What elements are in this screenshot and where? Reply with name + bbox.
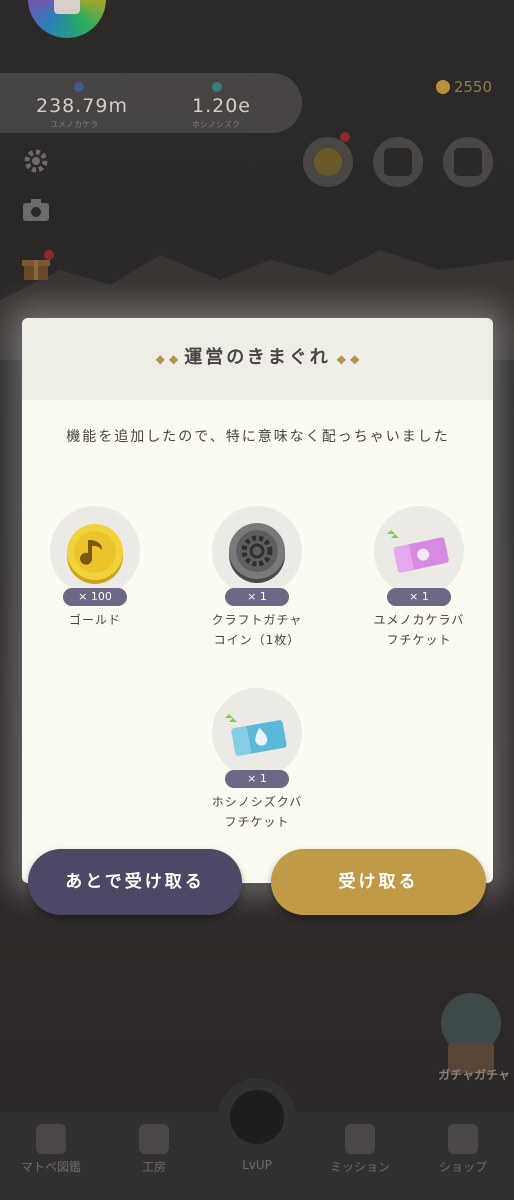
stat1-label: ユメノカケラ — [50, 120, 98, 129]
encyclopedia-icon — [36, 1124, 66, 1154]
nav-item-workshop[interactable]: 工房 — [103, 1112, 205, 1200]
dialog-title-row: ◆ ◆ 運営のきまぐれ ◆ ◆ — [22, 343, 493, 369]
item-quantity: × 1 — [225, 588, 289, 606]
nav-label-shop: ショップ — [438, 1160, 487, 1174]
nav-label-workshop: 工房 — [141, 1160, 166, 1174]
nav-item-encyclopedia[interactable]: マトペ図鑑 — [0, 1112, 102, 1200]
gear-coin-icon — [229, 523, 285, 583]
pink-ticket-icon — [387, 530, 449, 573]
shop-icon — [448, 1124, 478, 1154]
collection-icon — [314, 148, 342, 176]
dialog-title: 運営のきまぐれ — [184, 347, 331, 368]
gold-counter: 2550 — [435, 78, 492, 96]
receive-later-button[interactable]: あとで受け取る — [28, 849, 242, 915]
item-name: ホシノシズクバフチケット — [211, 795, 303, 829]
receive-button[interactable]: 受け取る — [271, 849, 486, 915]
camera-icon[interactable] — [20, 194, 52, 226]
hammer-icon — [139, 1124, 169, 1154]
item-quantity: × 1 — [225, 770, 289, 788]
star-drop-icon — [212, 82, 222, 92]
reward-dialog: ◆ ◆ 運営のきまぐれ ◆ ◆ 機能を追加したので、特に意味なく配っちゃいました ×… — [22, 318, 493, 883]
item-quantity: × 1 — [387, 588, 451, 606]
nav-item-mission[interactable]: ミッション — [309, 1112, 411, 1200]
book-button[interactable] — [373, 137, 423, 187]
gacha-icon — [441, 993, 501, 1073]
trophy-icon — [345, 1124, 375, 1154]
nav-label-encyclopedia: マトペ図鑑 — [20, 1160, 81, 1174]
resource-hud: 238.79m ユメノカケラ 1.20e ホシノシズク — [0, 73, 302, 133]
collection-notification-dot — [340, 132, 350, 142]
blue-ticket-icon — [225, 714, 287, 756]
nav-item-shop[interactable]: ショップ — [412, 1112, 514, 1200]
dream-shard-icon — [74, 82, 84, 92]
stat2-value: 1.20e — [192, 95, 251, 117]
lvup-icon — [230, 1090, 284, 1144]
lvup-button[interactable] — [218, 1078, 296, 1156]
gacha-label: ガチャガチャ — [438, 1068, 510, 1082]
book-icon — [384, 148, 412, 176]
gift-notification-dot — [44, 250, 54, 260]
item-quantity: × 100 — [63, 588, 127, 606]
stat1-value: 238.79m — [36, 95, 128, 117]
item-name: ユメノカケラバフチケット — [373, 613, 465, 647]
gold-icon — [435, 80, 450, 94]
gacha-machine[interactable] — [436, 988, 506, 1078]
notes-button[interactable] — [443, 137, 493, 187]
dialog-message: 機能を追加したので、特に意味なく配っちゃいました — [66, 429, 450, 445]
stat2-label: ホシノシズク — [192, 120, 240, 129]
nav-label-mission: ミッション — [329, 1160, 390, 1174]
gold-value: 2550 — [453, 78, 492, 96]
title-ornament-left: ◆ ◆ — [155, 352, 179, 366]
notes-icon — [454, 148, 482, 176]
collection-button[interactable] — [303, 137, 353, 187]
item-name: クラフトガチャコイン（1枚） — [211, 613, 303, 647]
settings-gear-icon[interactable] — [20, 145, 52, 177]
nav-label-lvup: LvUP — [242, 1158, 272, 1172]
item-name: ゴールド — [68, 613, 121, 627]
title-ornament-right: ◆ ◆ — [336, 352, 360, 366]
gold-coin-icon — [67, 524, 123, 584]
header-wave — [22, 388, 493, 401]
